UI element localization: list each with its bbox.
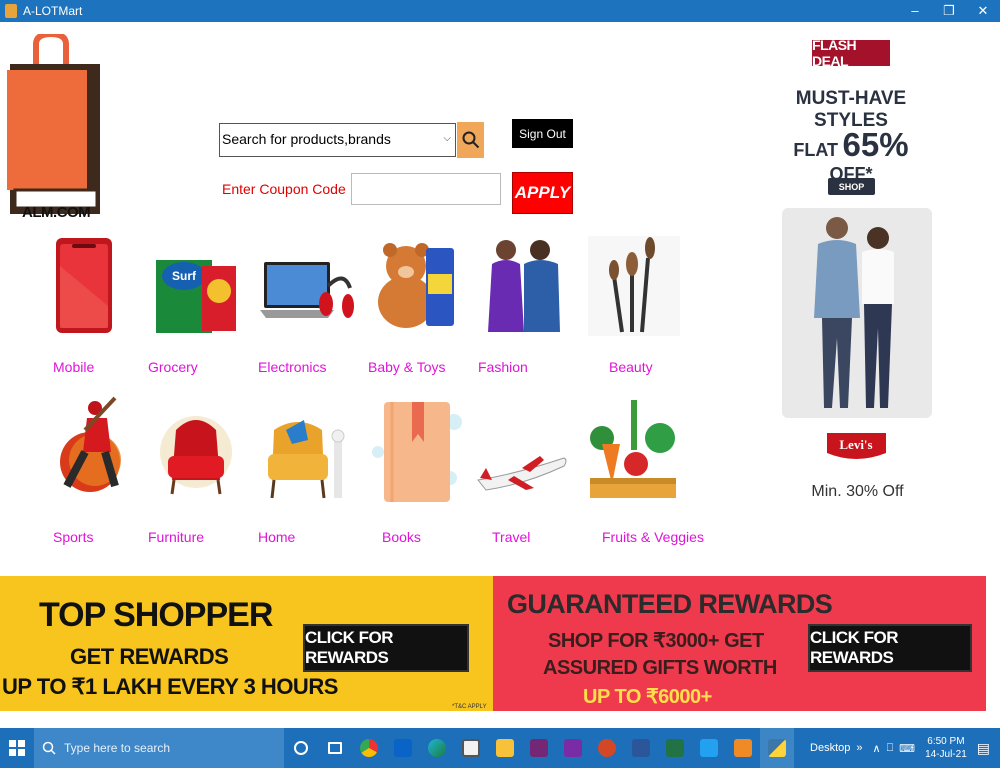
excel-icon[interactable] [658,728,692,768]
search-icon [42,741,56,755]
keyboard-icon[interactable]: ⌨ [899,742,915,755]
category-label: Beauty [609,359,653,375]
banner-line: GET REWARDS [70,644,229,669]
grocery-image: Surf [156,238,236,333]
flash-deal-discount: FLAT 65% OFF* [770,126,932,185]
chevron-down-icon[interactable]: ⌵ [443,133,451,144]
powerapps-icon[interactable] [522,728,556,768]
notifications-icon[interactable]: ▤ [977,740,990,757]
desktop-toolbar[interactable]: Desktop [810,742,850,754]
svg-text:Surf: Surf [172,269,197,283]
click-for-rewards-button[interactable]: CLICK FOR REWARDS [808,624,972,672]
sign-out-button[interactable]: Sign Out [512,119,573,148]
clock[interactable]: 6:50 PM 14-Jul-21 [925,735,967,761]
coupon-label: Enter Coupon Code [222,181,346,197]
taskbar: Type here to search Desktop » ∧ ⎕ ⌨ 6:50… [0,728,1000,768]
logo-icon [7,34,100,214]
category-label: Fashion [478,359,528,375]
chrome-icon[interactable] [352,728,386,768]
books-image [372,402,462,502]
search-select[interactable]: Search for products,brands ⌵ [219,123,456,157]
top-shopper-banner[interactable]: TOP SHOPPER GET REWARDS UP TO ₹1 LAKH EV… [0,576,493,711]
coupon-input[interactable] [351,173,501,205]
category-label: Baby & Toys [368,359,446,375]
category-label: Fruits & Veggies [602,529,704,545]
category-label: Home [258,529,296,545]
flash-deal-badge: FLASH DEAL [812,37,890,69]
flash-deal-offer: Min. 30% Off [811,483,904,500]
window-titlebar: A-LOTMart – ❐ ✕ [0,0,1000,22]
edge-icon[interactable] [420,728,454,768]
home-image [268,420,345,499]
banner-line: UP TO ₹1 LAKH EVERY 3 HOURS [2,674,338,699]
network-icon[interactable]: ⎕ [887,742,894,755]
outlook-icon[interactable] [386,728,420,768]
banner-line: ASSURED GIFTS WORTH [543,657,777,679]
fruits-veggies-image [590,400,676,498]
start-button[interactable] [0,728,34,768]
category-label: Furniture [148,529,205,545]
category-label: Grocery [148,359,198,375]
vscode-icon[interactable] [692,728,726,768]
minimize-button[interactable]: – [898,3,932,19]
taskbar-search-placeholder: Type here to search [64,741,171,755]
banner-title: GUARANTEED REWARDS [507,589,833,619]
app-icon [5,4,17,18]
flash-deal-image[interactable] [782,208,932,418]
category-label: Electronics [258,359,327,375]
chevron-double-icon[interactable]: » [856,742,862,754]
shop-button[interactable]: SHOP [828,178,875,195]
beauty-image [588,236,680,336]
onenote-icon[interactable] [556,728,590,768]
logo-text: ALM.COM [22,204,91,221]
terms-note: *T&C APPLY [452,704,487,710]
mobile-image [56,238,112,333]
system-tray: Desktop » ∧ ⎕ ⌨ 6:50 PM 14-Jul-21 ▤ [810,735,1000,761]
category-label: Mobile [53,359,95,375]
search-button[interactable] [457,122,484,158]
category-label: Travel [492,529,531,545]
banner-title: TOP SHOPPER [39,596,273,634]
guaranteed-rewards-banner[interactable]: GUARANTEED REWARDS SHOP FOR ₹3000+ GET A… [493,576,986,711]
chevron-up-icon[interactable]: ∧ [873,742,881,755]
flat-prefix: FLAT [793,140,839,160]
task-view-icon[interactable] [318,728,352,768]
app-window: ALM.COM Search for products,brands ⌵ Sig… [0,22,1000,728]
banner-line: SHOP FOR ₹3000+ GET [548,630,764,652]
fashion-image [488,240,560,332]
electronics-image [260,262,354,318]
banner-line-highlight: UP TO ₹6000+ [583,686,712,708]
word-icon[interactable] [624,728,658,768]
levis-logo-icon: Levi's [827,433,886,459]
flat-percent: 65% [842,126,909,163]
sublime-icon[interactable] [726,728,760,768]
window-title: A-LOTMart [23,4,83,18]
search-icon [462,131,479,149]
windows-icon [9,740,25,756]
category-label: Books [382,529,421,545]
time: 6:50 PM [927,736,965,747]
file-explorer-icon[interactable] [488,728,522,768]
powerpoint-icon[interactable] [590,728,624,768]
maximize-button[interactable]: ❐ [932,3,966,19]
cortana-icon[interactable] [284,728,318,768]
apply-button[interactable]: APPLY [512,172,573,214]
baby-toys-image [378,243,454,328]
click-for-rewards-button[interactable]: CLICK FOR REWARDS [303,624,469,672]
models-image [814,217,894,408]
furniture-image [160,416,232,495]
search-placeholder: Search for products,brands [222,131,391,147]
store-icon[interactable] [454,728,488,768]
close-button[interactable]: ✕ [966,3,1000,19]
levis-logo-text: Levi's [839,437,872,452]
taskbar-search[interactable]: Type here to search [34,728,284,768]
category-label: Sports [53,529,94,545]
date: 14-Jul-21 [925,749,967,760]
sports-image [60,396,121,492]
python-icon[interactable] [760,728,794,768]
